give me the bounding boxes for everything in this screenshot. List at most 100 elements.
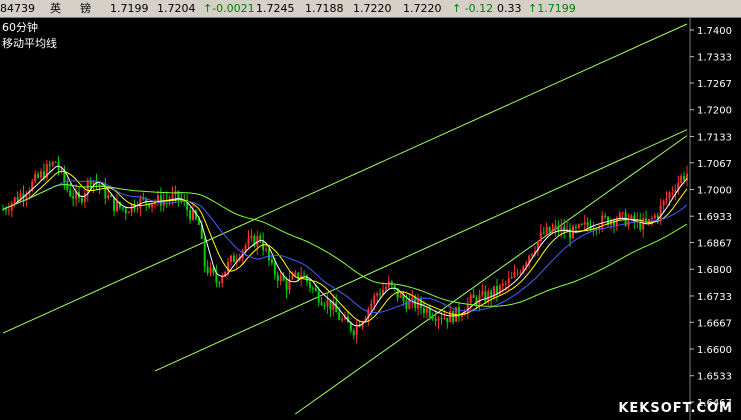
candle-body: [630, 215, 633, 220]
candle-body: [92, 181, 95, 185]
candle-body: [273, 262, 276, 275]
candle-body: [247, 238, 250, 246]
candle-body: [7, 210, 10, 212]
candle-body: [317, 290, 320, 303]
quote-change: ↑-0.0021: [203, 2, 255, 15]
candle-body: [373, 295, 376, 304]
candle-body: [326, 300, 329, 307]
candle-body: [551, 229, 554, 232]
indicator-label: 移动平均线: [2, 36, 57, 50]
candle-body: [124, 208, 127, 214]
candle-body: [230, 255, 232, 262]
price-chart[interactable]: 1.7400 1.7333 1.7267 1.7200 1.7133 1.7067 1.70…: [0, 18, 741, 420]
candle-body: [531, 253, 534, 256]
period-label: 60分钟: [2, 20, 38, 34]
candle-body: [279, 275, 282, 281]
candle-body: [440, 318, 443, 320]
candle-body: [232, 255, 235, 262]
channel-line: [154, 129, 688, 372]
candle-body: [151, 204, 154, 208]
candle-body: [256, 235, 259, 247]
candle-body: [487, 291, 490, 302]
candle-body: [48, 164, 51, 166]
y-tick-label: 1.6933: [697, 212, 732, 223]
candle-body: [54, 162, 57, 164]
candle-body: [621, 212, 624, 214]
y-tick-label: 1.7067: [697, 159, 732, 170]
candle-body: [425, 308, 428, 313]
candle-body: [306, 275, 308, 282]
candle-body: [671, 192, 674, 194]
candle-body: [40, 171, 42, 178]
candle-body: [443, 317, 446, 320]
y-tick-label: 1.7200: [697, 106, 732, 117]
candle-body: [604, 215, 607, 217]
candle-body: [472, 294, 475, 299]
candle-body: [34, 174, 37, 182]
candle-body: [10, 203, 13, 211]
y-tick-label: 1.7400: [697, 26, 732, 37]
y-tick-label: 1.7000: [697, 185, 732, 196]
channel-line: [295, 135, 688, 415]
candle-body: [580, 224, 583, 226]
candle-body: [653, 215, 656, 219]
candlestick-series: [2, 156, 688, 344]
candle-body: [542, 232, 545, 234]
quote-high: 1.7245: [256, 2, 295, 15]
keksoft-logo: KEKSOFT.COM: [618, 401, 733, 416]
candle-body: [352, 330, 355, 336]
candle-body: [276, 274, 279, 281]
candle-body: [545, 226, 548, 234]
candle-body: [662, 200, 665, 206]
quote-name-2: 镑: [80, 2, 91, 15]
candle-body: [60, 169, 63, 171]
candle-body: [268, 249, 270, 261]
candle-body: [583, 222, 586, 225]
y-tick-label: 1.6867: [697, 239, 732, 250]
y-axis: 1.7400 1.7333 1.7267 1.7200 1.7133 1.7067 1.70…: [690, 26, 732, 409]
candle-body: [320, 302, 323, 305]
candle-body: [437, 318, 440, 321]
candle-body: [683, 175, 686, 181]
candle-body: [13, 197, 16, 204]
candle-body: [323, 304, 326, 307]
quote-prev: 1.7204: [157, 2, 196, 15]
candle-body: [390, 281, 393, 286]
candle-body: [574, 226, 577, 228]
candle-body: [66, 182, 69, 191]
candle-body: [72, 196, 75, 199]
y-tick-label: 1.6600: [697, 345, 732, 356]
candle-body: [221, 276, 224, 284]
candle-body: [563, 226, 566, 233]
candle-body: [379, 293, 382, 295]
candle-body: [203, 238, 206, 267]
candle-body: [4, 209, 7, 211]
candle-body: [569, 228, 572, 239]
candle-body: [449, 310, 452, 323]
candle-body: [460, 315, 463, 317]
candle-body: [615, 219, 618, 226]
candle-body: [481, 291, 484, 296]
candle-body: [37, 174, 40, 178]
candle-body: [642, 218, 645, 230]
candle-body: [370, 303, 373, 310]
quote-code: 84739: [0, 2, 35, 15]
candle-body: [192, 210, 194, 220]
candle-body: [159, 195, 162, 206]
candle-body: [680, 175, 683, 183]
candle-body: [554, 226, 557, 230]
quote-change-2: ↑ -0.12: [452, 2, 494, 15]
candle-body: [501, 283, 504, 286]
candle-body: [51, 162, 54, 166]
candle-body: [121, 207, 124, 209]
candle-body: [291, 275, 294, 280]
candle-body: [329, 300, 332, 310]
y-tick-label: 1.7267: [697, 79, 732, 90]
candle-body: [69, 190, 72, 197]
candle-body: [16, 197, 19, 201]
candle-body: [507, 278, 510, 284]
y-tick-label: 1.6733: [697, 292, 732, 303]
candle-body: [285, 280, 288, 291]
quote-open: 1.7199: [110, 2, 149, 15]
y-tick-label: 1.7333: [697, 53, 732, 64]
